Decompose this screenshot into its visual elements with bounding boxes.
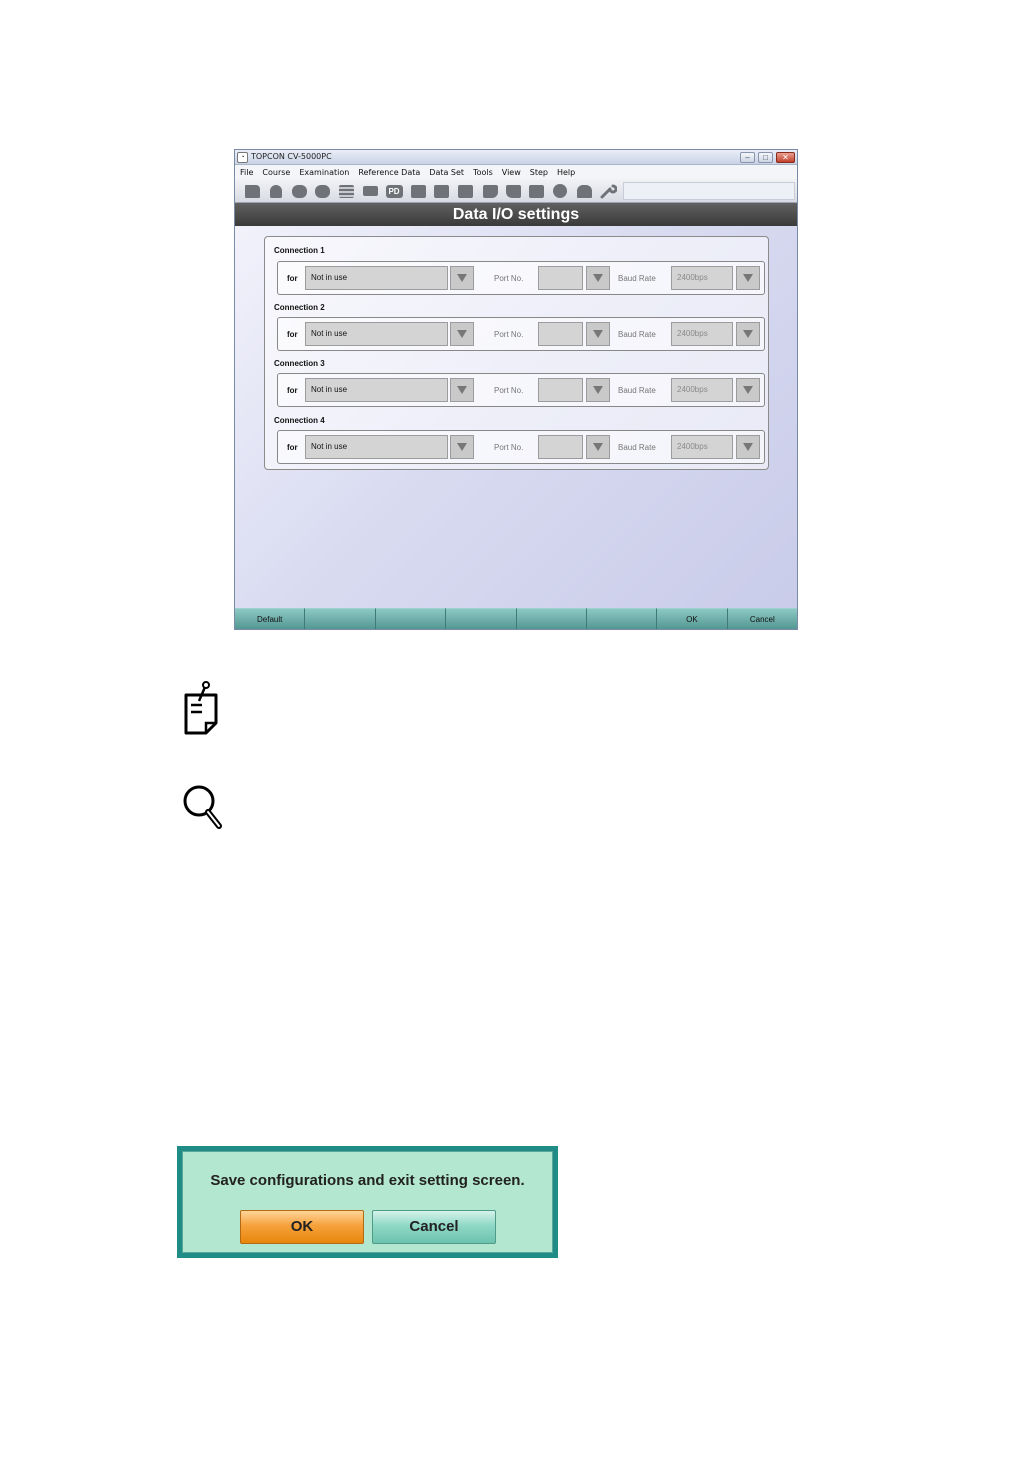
app-window: ◔ TOPCON CV-5000PC – □ ✕ File Course Exa…	[234, 149, 798, 630]
chevron-down-icon[interactable]	[450, 266, 474, 290]
chevron-down-icon[interactable]	[736, 435, 760, 459]
connection-4-row: for Not in use Port No. Baud Rate 2400bp…	[277, 430, 765, 464]
connection-3-row: for Not in use Port No. Baud Rate 2400bp…	[277, 373, 765, 407]
confirm-dialog: Save configurations and exit setting scr…	[177, 1146, 558, 1258]
app-logo-icon: ◔	[237, 152, 248, 163]
port-select[interactable]	[538, 435, 583, 459]
chevron-down-icon[interactable]	[736, 266, 760, 290]
menu-tools[interactable]: Tools	[473, 168, 493, 177]
function-button-4[interactable]	[446, 608, 517, 629]
near-chart-icon[interactable]	[432, 183, 450, 199]
baud-label: Baud Rate	[618, 386, 656, 395]
menu-file[interactable]: File	[240, 168, 253, 177]
chevron-down-icon[interactable]	[736, 322, 760, 346]
close-button[interactable]: ✕	[776, 152, 795, 163]
book-icon[interactable]	[527, 183, 545, 199]
chevron-down-icon[interactable]	[450, 435, 474, 459]
port-label: Port No.	[494, 443, 524, 452]
monitor-icon[interactable]	[409, 183, 427, 199]
connection-4-title: Connection 4	[274, 416, 325, 425]
function-button-5[interactable]	[516, 608, 587, 629]
note-icon	[184, 681, 218, 735]
menu-step[interactable]: Step	[530, 168, 548, 177]
wrench-icon[interactable]	[599, 183, 617, 199]
lens-pair-icon[interactable]	[290, 183, 308, 199]
connection-1-title: Connection 1	[274, 246, 325, 255]
baud-label: Baud Rate	[618, 274, 656, 283]
chevron-down-icon[interactable]	[586, 322, 610, 346]
port-select[interactable]	[538, 266, 583, 290]
connections-panel: Connection 1 for Not in use Port No. Bau…	[264, 236, 769, 470]
window-title: TOPCON CV-5000PC	[251, 152, 332, 161]
chevron-down-icon[interactable]	[586, 435, 610, 459]
connection-2-title: Connection 2	[274, 303, 325, 312]
baud-select[interactable]: 2400bps	[671, 435, 733, 459]
minimize-button[interactable]: –	[740, 152, 755, 163]
baud-label: Baud Rate	[618, 330, 656, 339]
menu-course[interactable]: Course	[262, 168, 290, 177]
pd-icon[interactable]: PD	[385, 183, 403, 199]
chevron-down-icon[interactable]	[450, 322, 474, 346]
dial-icon[interactable]	[456, 183, 474, 199]
menu-view[interactable]: View	[502, 168, 521, 177]
menu-help[interactable]: Help	[557, 168, 575, 177]
cancel-button[interactable]: Cancel	[727, 608, 797, 629]
magnifier-icon	[183, 785, 222, 829]
baud-select[interactable]: 2400bps	[671, 322, 733, 346]
port-label: Port No.	[494, 330, 524, 339]
connection-1-row: for Not in use Port No. Baud Rate 2400bp…	[277, 261, 765, 295]
circle-icon[interactable]	[551, 183, 569, 199]
function-key-bar: Default OK Cancel	[235, 608, 797, 629]
toolbar-info-field	[623, 182, 795, 200]
for-label: for	[287, 443, 298, 452]
dialog-cancel-button[interactable]: Cancel	[372, 1210, 496, 1244]
for-select[interactable]: Not in use	[305, 266, 448, 290]
chevron-down-icon[interactable]	[736, 378, 760, 402]
for-label: for	[287, 330, 298, 339]
dialog-message: Save configurations and exit setting scr…	[210, 1172, 525, 1189]
function-button-6[interactable]	[586, 608, 658, 629]
glasses-icon[interactable]	[313, 183, 331, 199]
chevron-down-icon[interactable]	[586, 266, 610, 290]
baud-label: Baud Rate	[618, 443, 656, 452]
port-select[interactable]	[538, 322, 583, 346]
function-button-2[interactable]	[305, 608, 376, 629]
for-select[interactable]: Not in use	[305, 378, 448, 402]
dialog-body: Save configurations and exit setting scr…	[182, 1151, 553, 1253]
chevron-down-icon[interactable]	[450, 378, 474, 402]
dialog-ok-button[interactable]: OK	[240, 1210, 364, 1244]
person-icon[interactable]	[267, 183, 285, 199]
speech-down-icon[interactable]	[504, 183, 522, 199]
content-area: Connection 1 for Not in use Port No. Bau…	[235, 226, 797, 608]
card-icon[interactable]	[361, 183, 379, 199]
ok-button[interactable]: OK	[657, 608, 728, 629]
pd-label: PD	[385, 184, 403, 198]
speech-icon[interactable]	[481, 183, 499, 199]
baud-select[interactable]: 2400bps	[671, 266, 733, 290]
page-title: Data I/O settings	[235, 203, 797, 226]
port-label: Port No.	[494, 386, 524, 395]
house-icon[interactable]	[575, 183, 593, 199]
for-label: for	[287, 274, 298, 283]
port-select[interactable]	[538, 378, 583, 402]
connection-2-row: for Not in use Port No. Baud Rate 2400bp…	[277, 317, 765, 351]
function-button-3[interactable]	[375, 608, 447, 629]
menu-data-set[interactable]: Data Set	[429, 168, 464, 177]
toolbar: PD	[235, 179, 797, 203]
for-select[interactable]: Not in use	[305, 435, 448, 459]
for-label: for	[287, 386, 298, 395]
folder-icon[interactable]	[243, 183, 261, 199]
default-button[interactable]: Default	[235, 608, 306, 629]
chevron-down-icon[interactable]	[586, 378, 610, 402]
title-bar: ◔ TOPCON CV-5000PC – □ ✕	[235, 150, 797, 165]
connection-3-title: Connection 3	[274, 359, 325, 368]
for-select[interactable]: Not in use	[305, 322, 448, 346]
menu-reference-data[interactable]: Reference Data	[358, 168, 420, 177]
port-label: Port No.	[494, 274, 524, 283]
menu-examination[interactable]: Examination	[299, 168, 349, 177]
baud-select[interactable]: 2400bps	[671, 378, 733, 402]
menu-bar: File Course Examination Reference Data D…	[235, 165, 797, 179]
maximize-button[interactable]: □	[758, 152, 773, 163]
chart-icon[interactable]	[337, 183, 355, 199]
